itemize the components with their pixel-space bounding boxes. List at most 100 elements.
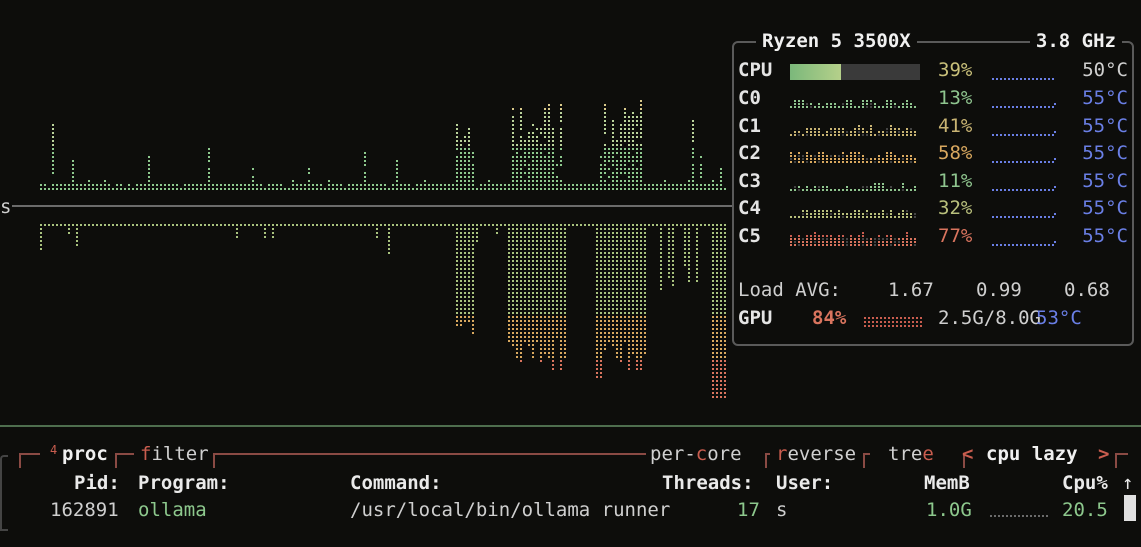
core-usage-dot xyxy=(798,240,800,243)
graph-lower-dot xyxy=(720,288,722,290)
graph-lower-dot xyxy=(548,316,550,318)
graph-lower-dot xyxy=(640,276,642,278)
graph-lower-dot xyxy=(636,332,638,334)
graph-lower-dot xyxy=(596,264,598,266)
graph-lower-dot xyxy=(724,380,726,382)
core-usage-dot xyxy=(886,155,888,157)
graph-upper-dot xyxy=(640,168,642,170)
core-usage-dot xyxy=(862,133,864,136)
core-usage-dot xyxy=(874,185,876,188)
graph-upper-dot xyxy=(548,164,550,166)
graph-lower-dot xyxy=(672,260,674,262)
col-header-threads[interactable]: Threads: xyxy=(662,472,754,494)
core-usage-dot xyxy=(914,240,916,243)
core-usage-dot xyxy=(822,152,824,154)
graph-upper-dot xyxy=(356,184,358,186)
proc-panel-title[interactable]: proc xyxy=(62,445,108,464)
graph-upper-dot xyxy=(456,144,458,146)
graph-upper-dot xyxy=(720,188,722,190)
graph-upper-dot xyxy=(52,132,54,134)
per-core-toggle[interactable]: per-core xyxy=(650,445,742,464)
graph-lower-dot xyxy=(636,260,638,262)
col-header-pid[interactable]: Pid: xyxy=(74,472,120,494)
graph-upper-dot xyxy=(532,188,534,190)
graph-lower-dot xyxy=(616,236,618,238)
core-usage-dot xyxy=(890,124,892,127)
col-header-command[interactable]: Command: xyxy=(350,472,442,494)
graph-lower-dot xyxy=(512,304,514,306)
reverse-toggle[interactable]: reverse xyxy=(776,445,856,464)
graph-lower-dot xyxy=(468,272,470,274)
core-usage-dot xyxy=(806,188,808,191)
graph-lower-dot xyxy=(276,224,278,226)
graph-lower-dot xyxy=(560,228,562,230)
graph-upper-dot xyxy=(692,148,694,150)
graph-upper-dot xyxy=(636,156,638,158)
graph-lower-dot xyxy=(600,312,602,314)
graph-lower-dot xyxy=(552,272,554,274)
core-usage-dot xyxy=(874,240,876,243)
graph-lower-dot xyxy=(532,296,534,298)
graph-upper-dot xyxy=(604,172,606,174)
graph-upper-dot xyxy=(332,188,334,190)
sort-selector[interactable]: cpu lazy xyxy=(986,445,1078,464)
col-header-user[interactable]: User: xyxy=(776,472,833,494)
graph-lower-dot xyxy=(560,280,562,282)
graph-upper-dot xyxy=(624,120,626,122)
core-usage-dot xyxy=(818,155,820,157)
graph-lower-dot xyxy=(460,248,462,250)
core-usage-dot xyxy=(794,155,796,157)
graph-lower-dot xyxy=(564,332,566,334)
graph-upper-dot xyxy=(544,156,546,158)
sort-next-button[interactable]: > xyxy=(1098,445,1109,464)
graph-lower-dot xyxy=(512,244,514,246)
graph-lower-dot xyxy=(712,224,714,226)
filter-button[interactable]: filter xyxy=(140,445,209,464)
graph-upper-dot xyxy=(716,188,718,190)
temp-dot xyxy=(1036,188,1038,191)
graph-lower-dot xyxy=(468,304,470,306)
graph-upper-dot xyxy=(552,188,554,190)
graph-lower-dot xyxy=(716,320,718,322)
graph-lower-dot xyxy=(624,240,626,242)
core-usage-dot xyxy=(850,234,852,237)
scroll-up-icon[interactable]: ↑ xyxy=(1122,472,1133,494)
graph-upper-dot xyxy=(464,172,466,174)
scrollbar-thumb[interactable] xyxy=(1124,495,1136,521)
graph-lower-dot xyxy=(516,344,518,346)
core-usage-dot xyxy=(822,213,824,215)
col-header-cpu[interactable]: Cpu% xyxy=(1062,472,1108,494)
graph-upper-dot xyxy=(132,188,134,190)
col-header-program[interactable]: Program: xyxy=(138,472,230,494)
graph-upper-dot xyxy=(336,184,338,186)
graph-upper-dot xyxy=(612,140,614,142)
graph-upper-dot xyxy=(544,188,546,190)
graph-lower-dot xyxy=(720,252,722,254)
col-header-memb[interactable]: MemB xyxy=(924,472,970,494)
graph-upper-dot xyxy=(108,184,110,186)
graph-lower-dot xyxy=(524,288,526,290)
graph-upper-dot xyxy=(496,184,498,186)
core-usage-dot xyxy=(854,158,856,160)
core-usage-dot xyxy=(818,210,820,212)
tree-toggle[interactable]: tree xyxy=(888,445,934,464)
temp-dot xyxy=(1004,161,1006,163)
graph-lower-dot xyxy=(688,272,690,274)
graph-lower-dot xyxy=(560,224,562,226)
graph-lower-dot xyxy=(628,252,630,254)
sort-prev-button[interactable]: < xyxy=(962,445,973,464)
graph-lower-dot xyxy=(548,356,550,358)
graph-lower-dot xyxy=(468,296,470,298)
graph-lower-dot xyxy=(516,300,518,302)
graph-lower-dot xyxy=(556,324,558,326)
graph-upper-dot xyxy=(624,168,626,170)
core-usage-dot xyxy=(814,243,816,246)
graph-upper-dot xyxy=(552,136,554,138)
graph-lower-dot xyxy=(512,268,514,270)
graph-lower-dot xyxy=(512,332,514,334)
graph-lower-dot xyxy=(516,352,518,354)
temp-dot xyxy=(1044,78,1046,80)
core-usage-dot xyxy=(890,130,892,133)
temp-dot xyxy=(1040,243,1042,246)
graph-lower-dot xyxy=(520,304,522,306)
